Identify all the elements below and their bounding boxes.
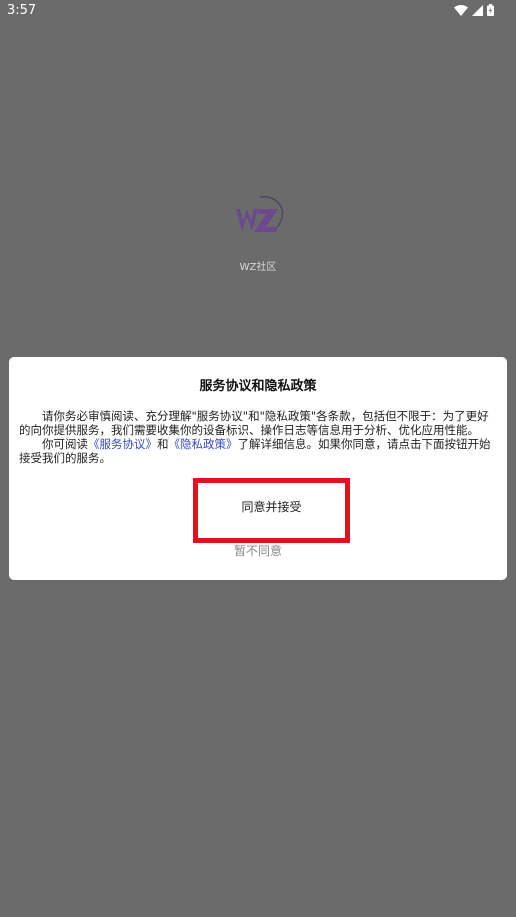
p2-and: 和 [157,437,169,451]
battery-icon [487,4,494,16]
signal-icon [472,4,483,16]
wz-logo-icon [230,193,286,239]
service-agreement-link[interactable]: 《服务协议》 [88,437,157,451]
p2-prefix: 你可阅读 [42,437,88,451]
status-bar: 3:57 [0,0,516,22]
wifi-icon [454,4,468,16]
privacy-dialog: 服务协议和隐私政策 请你务必审慎阅读、充分理解"服务协议"和"隐私政策"各条款，… [9,357,507,580]
app-name: WZ社区 [239,262,277,273]
status-icons [454,4,494,16]
agree-button[interactable]: 同意并接受 [198,495,345,519]
screen: 3:57 WZ社区 服务协议和隐私政策 请你务必审慎阅读、充分理解"服务协议"和… [0,0,516,917]
terms-paragraph: 请你务必审慎阅读、充分理解"服务协议"和"隐私政策"各条款，包括但不限于：为了更… [19,409,489,437]
disagree-button[interactable]: 暂不同意 [208,541,308,561]
status-time: 3:57 [7,3,37,18]
dialog-body: 请你务必审慎阅读、充分理解"服务协议"和"隐私政策"各条款，包括但不限于：为了更… [19,409,499,465]
links-paragraph: 你可阅读《服务协议》和《隐私政策》了解详细信息。如果你同意，请点击下面按钮开始接… [19,437,499,465]
dialog-title: 服务协议和隐私政策 [199,379,317,394]
privacy-policy-link[interactable]: 《隐私政策》 [169,437,238,451]
